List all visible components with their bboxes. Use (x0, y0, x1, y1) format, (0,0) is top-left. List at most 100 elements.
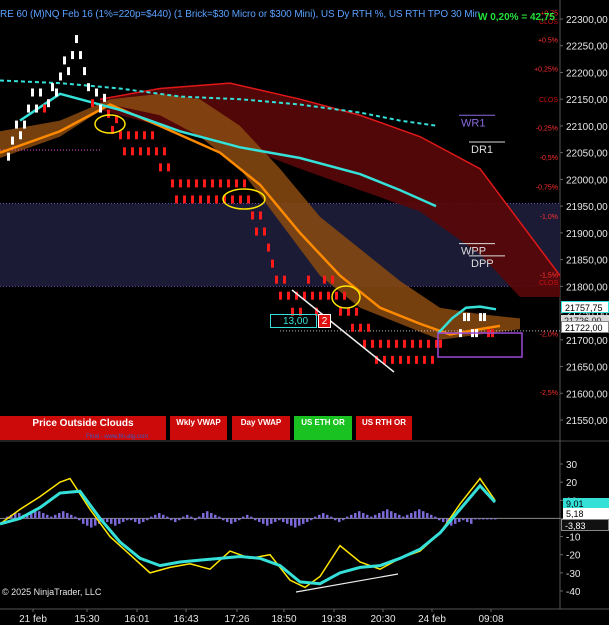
brick-85 (347, 307, 350, 316)
osc-hist-31 (130, 518, 133, 521)
brick-9 (43, 104, 46, 113)
osc-hist-118 (478, 518, 481, 520)
osc-hist-109 (442, 518, 445, 523)
osc-hist-108 (438, 518, 441, 521)
brick-49 (203, 179, 206, 188)
osc-hist-22 (94, 518, 97, 526)
osc-hist-67 (274, 518, 277, 523)
brick-111 (467, 313, 470, 322)
brick-52 (215, 195, 218, 204)
brick-5 (27, 104, 30, 113)
osc-hist-91 (370, 516, 373, 519)
chart-area[interactable]: +0,75CLOS+0.5%+0,25%CLOS-0,25%-0,5%-0,75… (0, 0, 609, 625)
osc-hist-35 (146, 518, 149, 521)
level-label-2: +0.5% (538, 37, 558, 44)
price-tick-label-15: 21550,00 (566, 416, 608, 427)
price-tag-box: 21722,00 (561, 321, 609, 333)
brick-65 (267, 243, 270, 252)
price-tick-label-14: 21600,00 (566, 389, 608, 400)
status-us-rth-or: US RTH OR (356, 416, 412, 440)
brick-37 (155, 147, 158, 156)
osc-hist-116 (470, 518, 473, 524)
osc-hist-54 (222, 518, 225, 521)
brick-63 (259, 211, 262, 220)
brick-108 (439, 339, 442, 348)
osc-tick-label-5: -20 (566, 551, 581, 562)
osc-hist-121 (490, 518, 493, 520)
brick-43 (179, 179, 182, 188)
price-tick-label-4: 22100,00 (566, 122, 608, 133)
brick-33 (139, 147, 142, 156)
brick-0 (7, 152, 10, 161)
brick-115 (483, 313, 486, 322)
brick-70 (287, 291, 290, 300)
price-tick-label-5: 22050,00 (566, 149, 608, 160)
brick-93 (379, 339, 382, 348)
osc-hist-70 (286, 518, 289, 524)
osc-hist-69 (282, 518, 285, 523)
osc-hist-73 (298, 518, 301, 526)
status-day-vwap: Day VWAP (232, 416, 290, 440)
brick-36 (151, 131, 154, 140)
price-tick-label-10: 21800,00 (566, 282, 608, 293)
x-tick-label-9: 09:08 (478, 614, 503, 625)
brick-91 (371, 339, 374, 348)
osc-hist-8 (38, 511, 41, 519)
osc-hist-53 (218, 516, 221, 519)
osc-hist-96 (390, 511, 393, 519)
osc-hist-47 (194, 518, 197, 521)
osc-hist-74 (302, 518, 305, 524)
price-tick-label-0: 22300,00 (566, 15, 608, 26)
brick-28 (119, 131, 122, 140)
osc-hist-60 (246, 514, 249, 519)
level-label-3: +0,25% (534, 67, 558, 74)
brick-98 (399, 355, 402, 364)
final-credit: Final - www.fin-alg.com (86, 434, 149, 440)
osc-hist-77 (314, 516, 317, 519)
brick-104 (423, 355, 426, 364)
brick-44 (183, 195, 186, 204)
osc-hist-94 (382, 511, 385, 519)
osc-tick-label-1: 20 (566, 478, 578, 489)
osc-hist-43 (178, 518, 181, 521)
osc-hist-117 (474, 518, 477, 520)
brick-105 (427, 339, 430, 348)
brick-84 (343, 291, 346, 300)
brick-79 (323, 275, 326, 284)
brick-15 (67, 67, 70, 76)
osc-hist-55 (226, 518, 229, 523)
osc-hist-27 (114, 518, 117, 526)
brick-6 (31, 88, 34, 97)
brick-32 (135, 131, 138, 140)
osc-hist-75 (306, 518, 309, 523)
level-label-11: -2,0% (540, 331, 558, 338)
price-tick-label-9: 21850,00 (566, 256, 608, 267)
osc-hist-37 (154, 514, 157, 519)
osc-hist-57 (234, 518, 237, 523)
osc-hist-92 (374, 514, 377, 519)
brick-75 (307, 275, 310, 284)
osc-hist-13 (58, 512, 61, 519)
brick-51 (211, 179, 214, 188)
brick-90 (367, 323, 370, 332)
osc-hist-85 (346, 516, 349, 519)
brick-13 (59, 72, 62, 81)
brick-38 (159, 163, 162, 172)
brick-68 (279, 291, 282, 300)
brick-41 (171, 179, 174, 188)
brick-80 (327, 291, 330, 300)
osc-hist-14 (62, 511, 65, 519)
osc-line-0 (0, 477, 496, 589)
level-label-10: CLOS (539, 280, 558, 287)
osc-hist-106 (430, 514, 433, 519)
osc-hist-29 (122, 518, 125, 523)
brick-31 (131, 147, 134, 156)
x-tick-label-4: 17:26 (224, 614, 249, 625)
brick-101 (411, 339, 414, 348)
osc-hist-104 (422, 511, 425, 519)
osc-hist-68 (278, 518, 281, 521)
price-tick-label-6: 22000,00 (566, 175, 608, 186)
brick-55 (227, 179, 230, 188)
brick-14 (63, 56, 66, 65)
level-label-12: -2,5% (540, 390, 558, 397)
